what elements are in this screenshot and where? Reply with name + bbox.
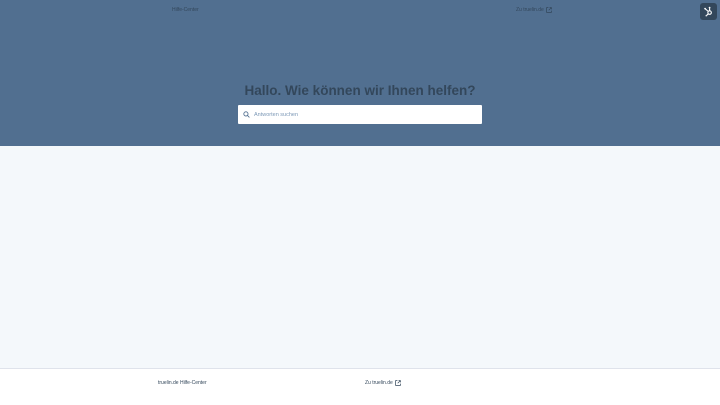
sprocket-glyph <box>704 6 712 17</box>
search-input[interactable] <box>254 111 474 118</box>
footer-external-site-link-label: Zu truelin.de <box>365 380 393 386</box>
search-icon <box>243 111 250 118</box>
external-site-link-label: Zu truelin.de <box>516 7 544 13</box>
footer-help-center-link[interactable]: truelin.de Hilfe-Center <box>158 380 207 386</box>
page-title: Hallo. Wie können wir Ihnen helfen? <box>244 83 476 98</box>
help-center-home-link[interactable]: Hilfe-Center <box>172 7 199 13</box>
external-link-icon <box>395 380 401 386</box>
external-site-link[interactable]: Zu truelin.de <box>516 7 552 13</box>
help-center-page: Hilfe-Center Zu truelin.de Hallo. Wie kö… <box>0 0 720 405</box>
search-box[interactable] <box>238 105 482 124</box>
hubspot-sprocket-icon[interactable] <box>700 3 717 20</box>
hero-section: Hilfe-Center Zu truelin.de Hallo. Wie kö… <box>0 0 720 146</box>
external-link-icon <box>546 7 552 13</box>
footer-external-site-link[interactable]: Zu truelin.de <box>365 380 401 386</box>
footer: truelin.de Hilfe-Center Zu truelin.de <box>0 368 720 405</box>
